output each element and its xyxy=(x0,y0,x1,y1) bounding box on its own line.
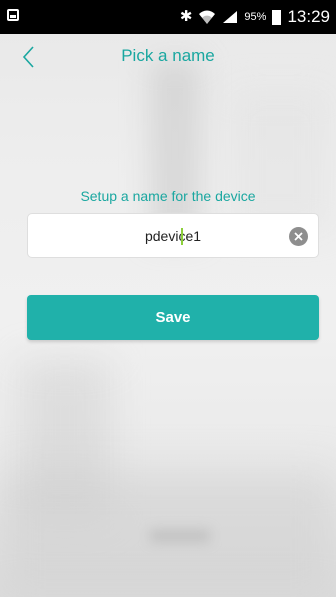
gallery-notification-icon xyxy=(7,9,19,21)
header: Pick a name xyxy=(0,34,336,80)
clear-button[interactable] xyxy=(289,227,308,246)
bluetooth-icon: ✱ xyxy=(179,8,193,25)
battery-icon xyxy=(272,9,282,25)
status-icons: ✱ 95% 13:29 xyxy=(180,0,330,34)
status-time: 13:29 xyxy=(287,7,330,26)
battery-percent: 95% xyxy=(244,11,267,23)
clear-circle-icon xyxy=(294,232,303,241)
background-blur xyxy=(20,360,110,520)
device-name-field[interactable] xyxy=(27,213,319,258)
wifi-icon xyxy=(198,9,216,25)
screen: ✱ 95% 13:29 Pick a name Setup a name for… xyxy=(0,0,336,597)
background-blur xyxy=(230,90,330,230)
background-blur xyxy=(0,470,336,597)
status-bar: ✱ 95% 13:29 xyxy=(0,0,336,34)
device-name-input[interactable] xyxy=(28,214,318,257)
page-title: Pick a name xyxy=(121,46,215,65)
name-prompt: Setup a name for the device xyxy=(80,188,256,204)
text-cursor xyxy=(181,228,183,245)
background-blur xyxy=(150,530,210,542)
save-button[interactable]: Save xyxy=(27,295,319,340)
signal-icon xyxy=(222,10,238,24)
